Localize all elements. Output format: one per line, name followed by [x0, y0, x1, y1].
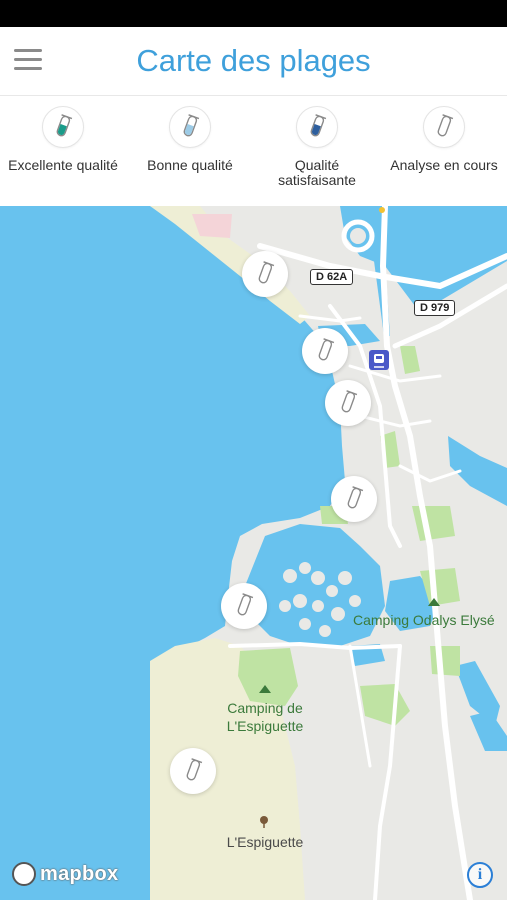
legend-item-analyse: Analyse en cours: [381, 106, 507, 173]
mapbox-wordmark: mapbox: [40, 863, 119, 885]
beach-pin[interactable]: [302, 328, 348, 374]
beach-pin[interactable]: [331, 476, 377, 522]
test-tube-icon: [296, 106, 338, 148]
road-label-d979: D 979: [414, 300, 456, 316]
camping-espiguette-label: Camping de L'Espiguette: [226, 700, 304, 734]
beach-pin[interactable]: [325, 380, 371, 426]
road-label-d62a: D 62A: [310, 269, 354, 285]
camping-odalys-label: Camping Odalys Elysé: [353, 612, 495, 628]
info-icon[interactable]: i: [467, 862, 493, 888]
test-tube-icon: [237, 593, 254, 616]
beach-pin[interactable]: [170, 748, 216, 794]
test-tube-icon: [318, 338, 335, 361]
test-tube-icon: [42, 106, 84, 148]
espiguette-label: L'Espiguette: [226, 834, 304, 850]
legend-label: Excellente qualité: [8, 157, 118, 173]
legend-label: Bonne qualité: [147, 157, 233, 173]
mapbox-icon: [12, 862, 36, 886]
test-tube-icon: [169, 106, 211, 148]
status-bar: [0, 0, 507, 27]
legend-label: Analyse en cours: [390, 157, 498, 173]
test-tube-icon: [186, 758, 203, 781]
test-tube-icon: [341, 390, 358, 413]
test-tube-icon: [347, 486, 364, 509]
legend-item-excellente: Excellente qualité: [0, 106, 126, 173]
legend-item-bonne: Bonne qualité: [127, 106, 253, 173]
beach-pin[interactable]: [221, 583, 267, 629]
test-tube-icon: [258, 261, 275, 284]
legend-label: Qualité satisfaisante: [278, 157, 356, 188]
beach-map[interactable]: D 62A D 979 Camping Odalys Elysé Camping…: [0, 206, 507, 900]
legend-item-satisfaisante: Qualité satisfaisante: [254, 106, 380, 188]
test-tube-icon: [423, 106, 465, 148]
quality-legend: Excellente qualité Bonne qualité Qualité…: [0, 96, 507, 206]
beach-pin[interactable]: [242, 251, 288, 297]
page-title: Carte des plages: [136, 43, 371, 78]
app-header: Carte des plages: [0, 27, 507, 96]
